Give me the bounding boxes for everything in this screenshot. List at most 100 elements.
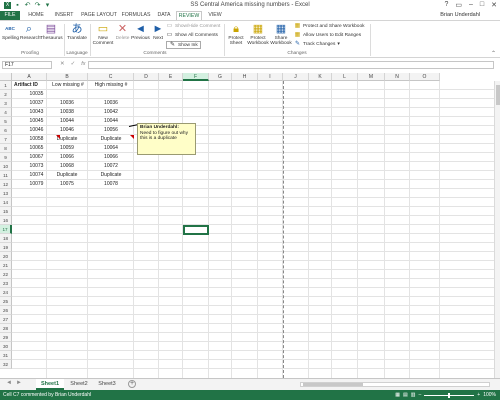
tab-page-layout[interactable]: PAGE LAYOUT	[80, 11, 118, 20]
row-header[interactable]: 30	[0, 342, 12, 351]
row-header[interactable]: 4	[0, 108, 12, 117]
maximize-icon[interactable]: □	[480, 1, 484, 9]
cell-b4[interactable]: 10038	[47, 108, 87, 117]
collapse-ribbon-icon[interactable]: ⌃	[491, 50, 496, 57]
cell-c7[interactable]: Duplicate	[88, 135, 134, 144]
row-header[interactable]: 2	[0, 90, 12, 99]
row-header[interactable]: 24	[0, 288, 12, 297]
zoom-in-icon[interactable]: +	[477, 390, 480, 400]
minimize-icon[interactable]: –	[469, 1, 473, 9]
row-header[interactable]: 31	[0, 351, 12, 360]
select-all-corner[interactable]	[0, 73, 12, 81]
column-header[interactable]: I	[258, 73, 283, 81]
zoom-slider[interactable]	[424, 392, 475, 398]
horizontal-scroll-thumb[interactable]	[303, 383, 363, 386]
cell-b7[interactable]: Duplicate	[47, 135, 87, 144]
cell-c3[interactable]: 10036	[88, 99, 134, 108]
previous-comment-button[interactable]: ◄ Previous	[131, 23, 150, 41]
column-header[interactable]: C	[88, 73, 134, 81]
cell-b6[interactable]: 10046	[47, 126, 87, 135]
cell-a2[interactable]: 10035	[13, 90, 60, 99]
row-header[interactable]: 17	[0, 225, 12, 234]
prev-sheet-icon[interactable]: ◄	[6, 380, 12, 386]
row-header[interactable]: 32	[0, 360, 12, 369]
insert-function-icon[interactable]: fx	[81, 61, 85, 67]
tab-home[interactable]: HOME	[25, 11, 47, 20]
cell-c10[interactable]: 10072	[88, 162, 134, 171]
row-header[interactable]: 12	[0, 180, 12, 189]
cell-comment-box[interactable]: Brian Underdahl: Need to figure out why …	[137, 123, 196, 155]
cell-c1[interactable]: High missing #	[88, 81, 134, 90]
column-header[interactable]: B	[47, 73, 88, 81]
tab-formulas[interactable]: FORMULAS	[121, 11, 151, 20]
column-header[interactable]: D	[134, 73, 159, 81]
row-header[interactable]: 11	[0, 171, 12, 180]
row-header[interactable]: 1	[0, 81, 12, 90]
column-header[interactable]: N	[385, 73, 410, 81]
row-header[interactable]: 13	[0, 189, 12, 198]
row-header[interactable]: 14	[0, 198, 12, 207]
sheet-tab-2[interactable]: Sheet2	[66, 379, 92, 390]
row-header[interactable]: 15	[0, 207, 12, 216]
tab-view[interactable]: VIEW	[206, 11, 224, 20]
row-header[interactable]: 27	[0, 315, 12, 324]
cell-c11[interactable]: Duplicate	[88, 171, 134, 180]
formula-input[interactable]	[88, 61, 494, 69]
column-header[interactable]: F	[183, 73, 209, 81]
column-header[interactable]: M	[358, 73, 385, 81]
column-header[interactable]: K	[309, 73, 332, 81]
tab-insert[interactable]: INSERT	[52, 11, 76, 20]
row-header[interactable]: 25	[0, 297, 12, 306]
row-header[interactable]: 20	[0, 252, 12, 261]
cell-c6[interactable]: 10056	[88, 126, 134, 135]
cell-c4[interactable]: 10042	[88, 108, 134, 117]
row-header[interactable]: 21	[0, 261, 12, 270]
zoom-slider-knob[interactable]	[448, 392, 451, 398]
delete-comment-button[interactable]: ✕ Delete	[115, 23, 130, 41]
row-header[interactable]: 9	[0, 153, 12, 162]
cell-b9[interactable]: 10066	[47, 153, 87, 162]
row-header[interactable]: 10	[0, 162, 12, 171]
allow-users-edit-ranges-button[interactable]: ▦ Allow Users to Edit Ranges	[294, 32, 361, 38]
vertical-scroll-thumb[interactable]	[496, 85, 500, 105]
row-header[interactable]: 5	[0, 117, 12, 126]
active-cell-selection[interactable]	[183, 225, 209, 235]
ribbon-display-icon[interactable]: ▭	[455, 1, 462, 9]
next-sheet-icon[interactable]: ►	[16, 380, 22, 386]
row-header[interactable]: 23	[0, 279, 12, 288]
normal-view-icon[interactable]: ▦	[395, 390, 400, 400]
row-header[interactable]: 29	[0, 333, 12, 342]
cell-c9[interactable]: 10066	[88, 153, 134, 162]
tab-data[interactable]: DATA	[155, 11, 173, 20]
row-header[interactable]: 8	[0, 144, 12, 153]
translate-button[interactable]: あ Translate	[66, 23, 88, 41]
cell-c12[interactable]: 10078	[88, 180, 134, 189]
vertical-scrollbar[interactable]	[494, 81, 500, 378]
row-header[interactable]: 28	[0, 324, 12, 333]
row-header[interactable]: 6	[0, 126, 12, 135]
zoom-level[interactable]: 100%	[483, 390, 496, 400]
comment-indicator[interactable]	[130, 135, 134, 139]
tab-review[interactable]: REVIEW	[176, 11, 202, 20]
column-header[interactable]: H	[232, 73, 258, 81]
next-comment-button[interactable]: ► Next	[151, 23, 165, 41]
new-comment-button[interactable]: ▭ New Comment	[92, 23, 114, 46]
add-sheet-icon[interactable]: +	[128, 380, 136, 388]
row-header[interactable]: 7	[0, 135, 12, 144]
cell-b8[interactable]: 10059	[47, 144, 87, 153]
cell-a1[interactable]: Artifact ID	[13, 81, 47, 90]
protect-workbook-button[interactable]: ▦ Protect Workbook	[247, 23, 269, 46]
research-button[interactable]: ⌕ Research	[20, 23, 41, 41]
share-workbook-button[interactable]: ▦ Share Workbook	[270, 23, 292, 46]
protect-sheet-button[interactable]: 🔒︎ Protect Sheet	[226, 23, 246, 46]
cell-b1[interactable]: Low missing #	[48, 81, 88, 90]
name-box[interactable]: F17	[2, 61, 52, 69]
page-break-view-icon[interactable]: ▥	[411, 390, 416, 400]
track-changes-button[interactable]: ✎ Track Changes ▾	[294, 41, 340, 47]
row-header[interactable]: 3	[0, 99, 12, 108]
column-header[interactable]: J	[283, 73, 309, 81]
row-header[interactable]: 19	[0, 243, 12, 252]
cancel-icon[interactable]: ✕	[60, 61, 65, 67]
enter-icon[interactable]: ✓	[71, 61, 76, 67]
thesaurus-button[interactable]: ▤ Thesaurus	[40, 23, 63, 41]
